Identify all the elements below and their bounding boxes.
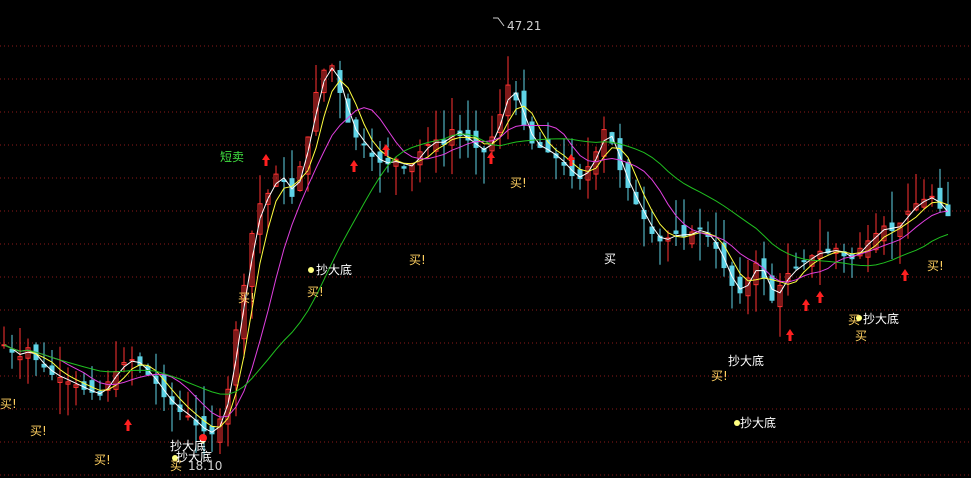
sell-signal-label: 短卖 [220,150,244,164]
chart-canvas: 短卖买!买!买!买! 买!买!买!买!买!买买买抄大底抄大底抄大底抄大底抄大底抄大… [0,17,971,476]
min-price-label: 18.10 [188,459,222,473]
up-arrow-icon [816,291,824,303]
up-arrow-icon [262,154,270,166]
grid-lines [0,45,971,476]
candle-body [737,276,743,294]
buy-signal-label: 买! [30,424,47,438]
max-price-label: 47.21 [507,19,541,33]
buy-signal-label: 买 [848,313,860,327]
candle-body [697,227,703,230]
bottom-signal-label: 抄大底 [316,262,352,277]
buy-signal-label: 买! [238,291,255,305]
bottom-signal-label: 抄大底 [863,311,899,326]
up-arrow-icon [382,144,390,156]
buy-signal-label: 买! [409,253,426,267]
buy-signal-label: 买! [510,176,527,190]
up-arrow-icon [350,160,358,172]
candle-body [425,143,431,146]
extreme-labels: 47.21 18.10 [188,17,541,473]
candle-body [361,143,367,146]
up-arrow-icon [786,329,794,341]
buy-signal-label: 买 [855,329,867,343]
up-arrow-icon [802,299,810,311]
bottom-signal-label: 抄大底 [740,415,776,430]
buy-signal-label: 买! [711,369,728,383]
candle-body [889,222,895,231]
candle-body [609,132,615,144]
signal-labels: 短卖买!买!买!买! 买!买!买!买!买!买买买抄大底抄大底抄大底抄大底抄大底抄大… [0,150,944,473]
candles-group [1,56,951,459]
buy-signal-label: 买! [94,453,111,467]
up-arrow-icon [124,419,132,431]
up-arrow-icon [901,269,909,281]
stock-chart: 短卖 买! 买! 买! 买! 买! 买! 买! 买! 买! 买买买抄大底 抄大底 抄大底 抄大底 抄大底 抄大… [0,0,971,478]
up-arrow-icon [487,152,495,164]
buy-signal-label: 买! [927,259,944,273]
candle-body [929,195,935,198]
candle-body [369,152,375,157]
max-label-leader [493,17,505,27]
candle-body [673,230,679,234]
candle-body [937,187,943,209]
bottom-dot-icon [308,267,314,273]
candle-body [801,260,807,263]
buy-signal-label: 买! [0,397,17,411]
bottom-signal-label: 抄大底 [728,353,764,368]
bottom-signal-label: 买 [604,252,616,266]
candle-body [793,266,799,269]
candle-body [401,166,407,169]
candle-body [185,415,191,418]
buy-signal-label: 买! [307,285,324,299]
